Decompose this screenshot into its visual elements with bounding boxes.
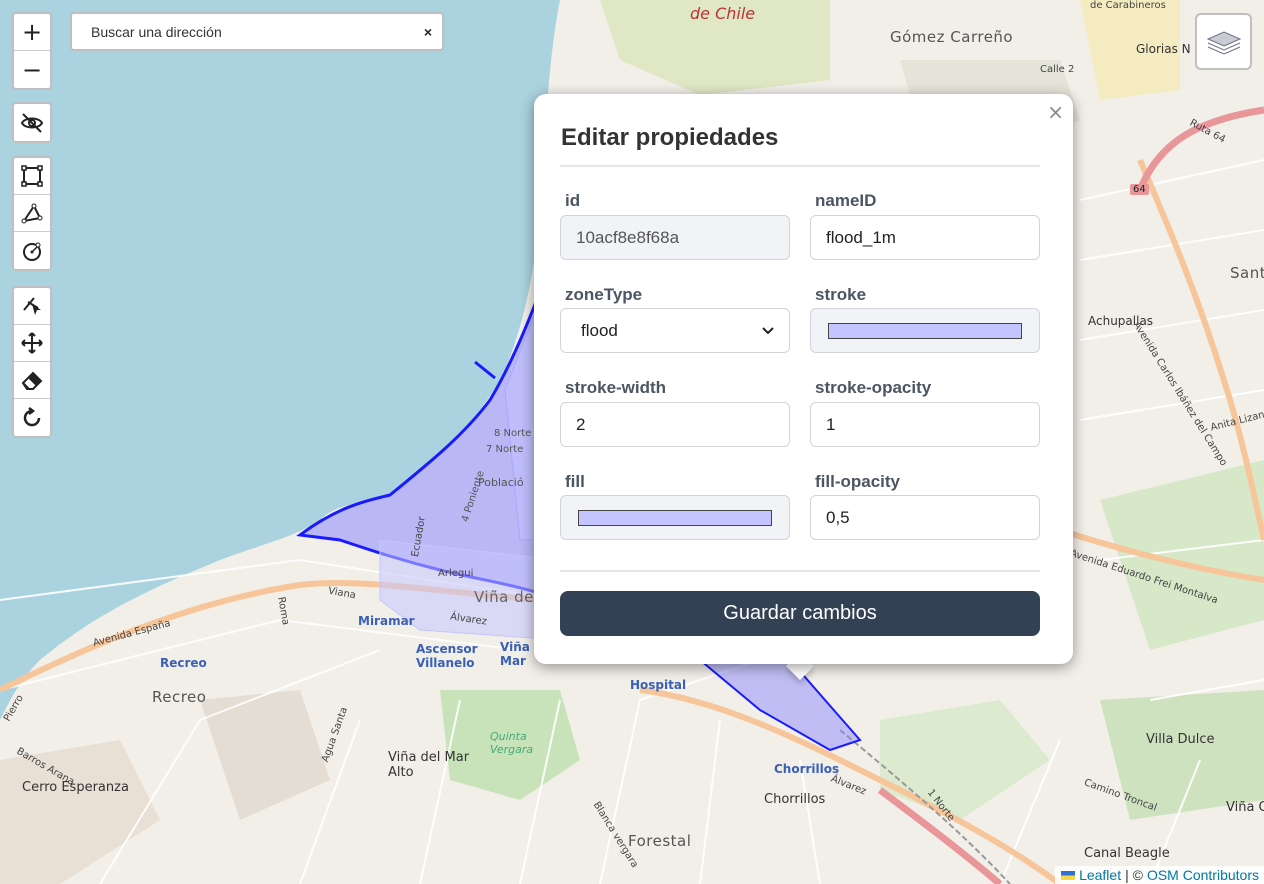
cut-button[interactable] xyxy=(14,288,50,325)
nameid-value: flood_1m xyxy=(826,227,896,247)
map-label: Recreo xyxy=(152,688,207,706)
map-label: de Chile xyxy=(690,4,756,23)
fill-label: fill xyxy=(565,472,585,491)
stroke-color-swatch xyxy=(828,322,1022,339)
route-shield: 64 xyxy=(1130,184,1149,195)
stroke-width-field[interactable]: 2 xyxy=(560,402,790,447)
stroke-width-value: 2 xyxy=(576,414,586,434)
map-label: Chorrillos xyxy=(774,762,840,776)
minus-icon: − xyxy=(21,55,43,84)
map-label: Cerro Esperanza xyxy=(22,780,129,795)
draw-polyline-button[interactable] xyxy=(14,195,50,232)
map-label: Miramar xyxy=(358,614,415,628)
map-label: Chorrillos xyxy=(764,792,826,807)
zoom-control: + − xyxy=(12,12,52,90)
map-label: Villa Dulce xyxy=(1146,732,1215,747)
fill-color-swatch xyxy=(578,509,772,526)
move-button[interactable] xyxy=(14,325,50,362)
draw-rectangle-button[interactable] xyxy=(14,158,50,195)
address-search-box[interactable]: Buscar una dirección × xyxy=(70,12,444,51)
id-field: 10acf8e8f68a xyxy=(560,215,790,260)
chevron-down-icon xyxy=(762,326,774,334)
draw-polyline-icon xyxy=(21,203,43,224)
edit-properties-popup: × Editar propiedades id 10acf8e8f68a nam… xyxy=(534,94,1073,664)
stroke-opacity-value: 1 xyxy=(826,414,836,434)
save-changes-button[interactable]: Guardar cambios xyxy=(560,591,1040,636)
map-label: Quinta Vergara xyxy=(490,730,534,756)
fill-opacity-value: 0,5 xyxy=(826,507,850,527)
map-label: Viña del Mar Alto xyxy=(388,750,470,780)
fill-opacity-label: fill-opacity xyxy=(815,472,901,491)
map-label: Glorias N xyxy=(1136,42,1191,56)
map-label: Calle 2 xyxy=(1040,64,1075,75)
layers-icon xyxy=(1206,30,1241,55)
nameid-field[interactable]: flood_1m xyxy=(810,215,1040,260)
attribution-separator: | © xyxy=(1125,867,1143,883)
stroke-opacity-field[interactable]: 1 xyxy=(810,402,1040,447)
popup-title: Editar propiedades xyxy=(561,124,779,151)
visibility-control xyxy=(12,102,52,143)
leaflet-link[interactable]: Leaflet xyxy=(1079,867,1121,883)
stroke-color-picker[interactable] xyxy=(810,308,1040,353)
zonetype-label: zoneType xyxy=(565,285,643,304)
zonetype-select[interactable]: flood xyxy=(560,308,790,353)
map-label: Viña Mar xyxy=(500,640,530,668)
rotate-icon xyxy=(23,406,41,426)
zoom-in-button[interactable]: + xyxy=(14,14,50,51)
stroke-width-label: stroke-width xyxy=(565,378,667,397)
eye-off-icon xyxy=(20,112,44,133)
divider xyxy=(560,570,1040,572)
draw-circle-icon xyxy=(23,242,41,261)
edit-toolbar xyxy=(12,286,52,438)
erase-button[interactable] xyxy=(14,362,50,399)
map-label: de Carabineros xyxy=(1090,0,1166,11)
divider xyxy=(560,165,1040,167)
toggle-visibility-button[interactable] xyxy=(14,104,50,141)
map-label: Viña de xyxy=(474,588,534,606)
draw-circle-button[interactable] xyxy=(14,232,50,269)
move-icon xyxy=(21,332,43,354)
map-label: Viña O xyxy=(1226,800,1264,815)
map-label: 7 Norte xyxy=(486,444,524,455)
nameid-label: nameID xyxy=(815,191,877,210)
eraser-icon xyxy=(21,371,43,390)
stroke-label: stroke xyxy=(815,285,867,304)
map-attribution: Leaflet | © OSM Contributors xyxy=(1055,866,1264,884)
map-label: 8 Norte xyxy=(494,428,532,439)
zoom-out-button[interactable]: − xyxy=(14,51,50,88)
fill-color-picker[interactable] xyxy=(560,495,790,540)
rotate-button[interactable] xyxy=(14,399,50,436)
map-label: Gómez Carreño xyxy=(890,28,1014,46)
map-label: Canal Beagle xyxy=(1084,846,1170,861)
layers-control-button[interactable] xyxy=(1195,13,1252,70)
map-label: Hospital xyxy=(630,678,687,692)
close-popup-icon[interactable]: × xyxy=(1047,100,1064,124)
clear-search-icon[interactable]: × xyxy=(424,24,432,40)
map-label: Arlegui xyxy=(438,568,474,579)
id-value: 10acf8e8f68a xyxy=(576,227,680,247)
cut-icon xyxy=(23,297,41,315)
zonetype-value: flood xyxy=(581,320,618,340)
draw-toolbar xyxy=(12,156,52,271)
fill-opacity-field[interactable]: 0,5 xyxy=(810,495,1040,540)
map-label: Forestal xyxy=(628,832,692,850)
plus-icon: + xyxy=(21,18,43,46)
osm-contributors-link[interactable]: OSM Contributors xyxy=(1147,867,1259,883)
search-input[interactable]: Buscar una dirección xyxy=(91,24,424,40)
id-label: id xyxy=(565,191,581,210)
stroke-opacity-label: stroke-opacity xyxy=(815,378,932,397)
map-label: Ascensor Villanelo xyxy=(416,642,478,670)
map-label: Recreo xyxy=(160,656,207,670)
ukraine-flag-icon xyxy=(1061,870,1076,880)
map-label: Sant xyxy=(1230,264,1264,282)
draw-rectangle-icon xyxy=(21,165,43,187)
